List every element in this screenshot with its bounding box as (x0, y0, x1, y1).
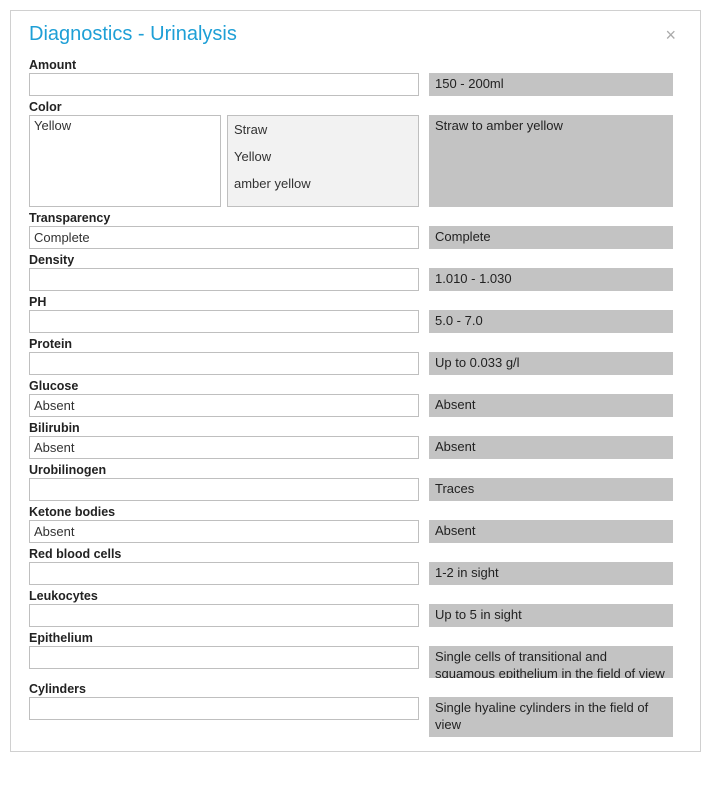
color-options[interactable]: Straw Yellow amber yellow (227, 115, 419, 207)
ref-glucose: Absent (429, 394, 673, 417)
ref-transparency: Complete (429, 226, 673, 249)
ref-epithelium: Single cells of transitional and squamou… (429, 646, 673, 678)
field-density: Density 1.010 - 1.030 (29, 253, 682, 291)
label-ketone: Ketone bodies (29, 505, 682, 519)
input-amount[interactable] (29, 73, 419, 96)
label-epithelium: Epithelium (29, 631, 682, 645)
input-rbc[interactable] (29, 562, 419, 585)
color-option[interactable]: Yellow (228, 143, 418, 170)
label-leukocytes: Leukocytes (29, 589, 682, 603)
input-glucose[interactable] (29, 394, 419, 417)
label-density: Density (29, 253, 682, 267)
field-leukocytes: Leukocytes Up to 5 in sight (29, 589, 682, 627)
dialog-title: Diagnostics - Urinalysis (29, 23, 237, 46)
input-density[interactable] (29, 268, 419, 291)
label-bilirubin: Bilirubin (29, 421, 682, 435)
input-urobilinogen[interactable] (29, 478, 419, 501)
ref-rbc: 1-2 in sight (429, 562, 673, 585)
field-ph: PH 5.0 - 7.0 (29, 295, 682, 333)
field-ketone: Ketone bodies Absent (29, 505, 682, 543)
ref-protein: Up to 0.033 g/l (429, 352, 673, 375)
input-cylinders[interactable] (29, 697, 419, 720)
input-ketone[interactable] (29, 520, 419, 543)
input-color[interactable] (29, 115, 221, 207)
input-epithelium[interactable] (29, 646, 419, 669)
input-ph[interactable] (29, 310, 419, 333)
label-rbc: Red blood cells (29, 547, 682, 561)
close-icon[interactable]: × (659, 24, 682, 46)
ref-color: Straw to amber yellow (429, 115, 673, 207)
field-color: Color Straw Yellow amber yellow Straw to… (29, 100, 682, 207)
label-amount: Amount (29, 58, 682, 72)
field-amount: Amount 150 - 200ml (29, 58, 682, 96)
color-option[interactable]: Straw (228, 116, 418, 143)
dialog-window: Diagnostics - Urinalysis × Amount 150 - … (10, 10, 701, 752)
label-protein: Protein (29, 337, 682, 351)
field-transparency: Transparency Complete (29, 211, 682, 249)
ref-amount: 150 - 200ml (429, 73, 673, 96)
input-protein[interactable] (29, 352, 419, 375)
field-glucose: Glucose Absent (29, 379, 682, 417)
input-leukocytes[interactable] (29, 604, 419, 627)
color-option[interactable]: amber yellow (228, 170, 418, 197)
label-urobilinogen: Urobilinogen (29, 463, 682, 477)
ref-ph: 5.0 - 7.0 (429, 310, 673, 333)
field-bilirubin: Bilirubin Absent (29, 421, 682, 459)
field-epithelium: Epithelium Single cells of transitional … (29, 631, 682, 678)
ref-cylinders: Single hyaline cylinders in the field of… (429, 697, 673, 737)
ref-urobilinogen: Traces (429, 478, 673, 501)
field-rbc: Red blood cells 1-2 in sight (29, 547, 682, 585)
field-cylinders: Cylinders Single hyaline cylinders in th… (29, 682, 682, 737)
label-ph: PH (29, 295, 682, 309)
titlebar: Diagnostics - Urinalysis × (11, 11, 700, 52)
ref-density: 1.010 - 1.030 (429, 268, 673, 291)
form: Amount 150 - 200ml Color Straw Yellow am… (11, 52, 700, 737)
label-glucose: Glucose (29, 379, 682, 393)
label-cylinders: Cylinders (29, 682, 682, 696)
input-bilirubin[interactable] (29, 436, 419, 459)
label-transparency: Transparency (29, 211, 682, 225)
input-transparency[interactable] (29, 226, 419, 249)
field-urobilinogen: Urobilinogen Traces (29, 463, 682, 501)
ref-ketone: Absent (429, 520, 673, 543)
ref-leukocytes: Up to 5 in sight (429, 604, 673, 627)
field-protein: Protein Up to 0.033 g/l (29, 337, 682, 375)
ref-bilirubin: Absent (429, 436, 673, 459)
label-color: Color (29, 100, 682, 114)
